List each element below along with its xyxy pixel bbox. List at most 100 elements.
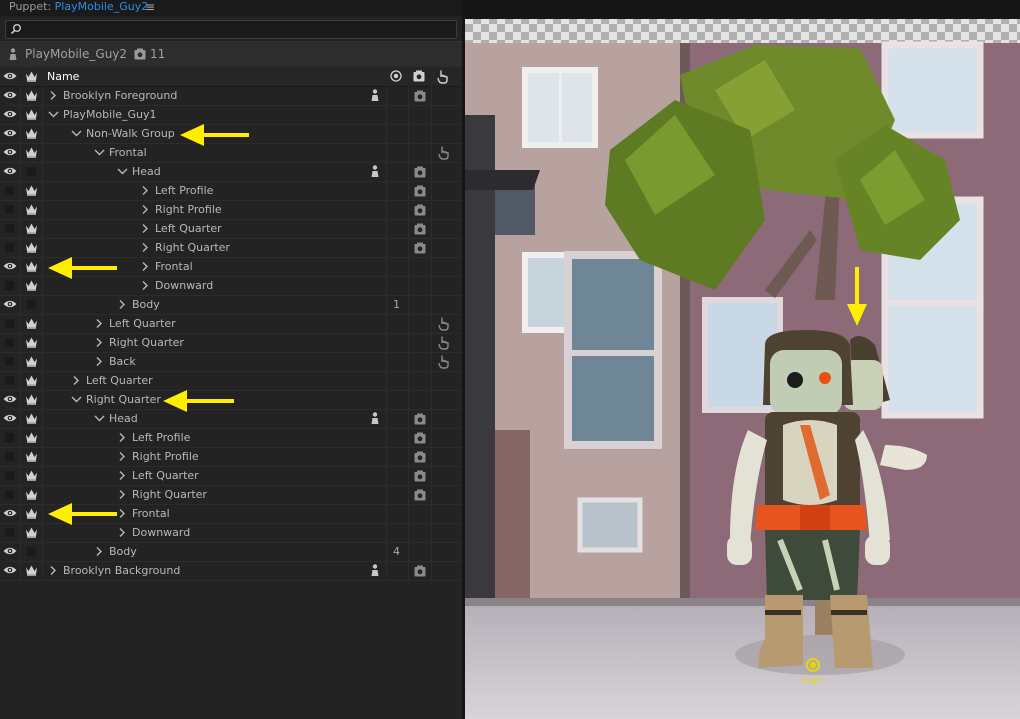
visibility-column-eye-icon[interactable] <box>3 71 17 81</box>
chevron-right-icon[interactable] <box>117 451 127 462</box>
visibility-toggle[interactable] <box>5 433 14 442</box>
independence-crown-icon[interactable] <box>25 450 38 462</box>
chevron-right-icon[interactable] <box>140 185 150 196</box>
independence-crown-icon[interactable] <box>25 336 38 348</box>
visibility-eye-icon[interactable] <box>3 261 17 271</box>
independence-toggle[interactable] <box>27 300 36 309</box>
layer-row[interactable]: Right Profile <box>0 200 462 220</box>
camera-icon[interactable] <box>414 223 426 235</box>
panel-menu-icon[interactable]: ≡ <box>145 0 155 14</box>
layer-row[interactable]: Back <box>0 352 462 372</box>
independence-crown-icon[interactable] <box>25 184 38 196</box>
chevron-right-icon[interactable] <box>94 337 104 348</box>
camera-column-icon[interactable] <box>413 70 425 82</box>
visibility-eye-icon[interactable] <box>3 546 17 556</box>
chevron-right-icon[interactable] <box>71 375 81 386</box>
chevron-right-icon[interactable] <box>117 432 127 443</box>
layer-row[interactable]: Brooklyn Foreground <box>0 86 462 106</box>
independence-crown-icon[interactable] <box>25 374 38 386</box>
hand-icon[interactable] <box>438 335 450 350</box>
visibility-toggle[interactable] <box>5 490 14 499</box>
chevron-right-icon[interactable] <box>94 356 104 367</box>
chevron-right-icon[interactable] <box>48 90 58 101</box>
chevron-down-icon[interactable] <box>94 147 105 158</box>
chevron-right-icon[interactable] <box>140 280 150 291</box>
layer-row[interactable]: Right Profile <box>0 447 462 467</box>
chevron-right-icon[interactable] <box>48 565 58 576</box>
camera-icon[interactable] <box>414 413 426 425</box>
independence-crown-icon[interactable] <box>25 469 38 481</box>
chevron-down-icon[interactable] <box>48 109 59 120</box>
camera-icon[interactable] <box>414 470 426 482</box>
chevron-right-icon[interactable] <box>94 546 104 557</box>
visibility-toggle[interactable] <box>5 281 14 290</box>
independence-crown-icon[interactable] <box>25 431 38 443</box>
chevron-right-icon[interactable] <box>117 299 127 310</box>
visibility-toggle[interactable] <box>5 205 14 214</box>
visibility-eye-icon[interactable] <box>3 147 17 157</box>
camera-icon[interactable] <box>414 489 426 501</box>
camera-icon[interactable] <box>414 565 426 577</box>
chevron-right-icon[interactable] <box>94 318 104 329</box>
chevron-right-icon[interactable] <box>140 242 150 253</box>
camera-icon[interactable] <box>414 166 426 178</box>
independence-crown-icon[interactable] <box>25 241 38 253</box>
independence-crown-icon[interactable] <box>25 108 38 120</box>
independence-crown-icon[interactable] <box>25 260 38 272</box>
hand-icon[interactable] <box>438 145 450 160</box>
independence-crown-icon[interactable] <box>25 89 38 101</box>
visibility-eye-icon[interactable] <box>3 166 17 176</box>
chevron-down-icon[interactable] <box>94 413 105 424</box>
chevron-down-icon[interactable] <box>117 166 128 177</box>
camera-icon[interactable] <box>414 432 426 444</box>
layer-row[interactable]: Head <box>0 162 462 182</box>
chevron-right-icon[interactable] <box>140 204 150 215</box>
independence-crown-icon[interactable] <box>25 393 38 405</box>
independence-crown-icon[interactable] <box>25 146 38 158</box>
camera-icon[interactable] <box>414 204 426 216</box>
independence-crown-icon[interactable] <box>25 127 38 139</box>
visibility-toggle[interactable] <box>5 528 14 537</box>
chevron-right-icon[interactable] <box>140 261 150 272</box>
visibility-eye-icon[interactable] <box>3 299 17 309</box>
search-input[interactable] <box>5 20 457 39</box>
panel-tab[interactable]: Puppet: PlayMobile_Guy2 ≡ <box>0 0 462 16</box>
visibility-eye-icon[interactable] <box>3 413 17 423</box>
camera-icon[interactable] <box>414 451 426 463</box>
camera-icon[interactable] <box>414 185 426 197</box>
layer-row[interactable]: Left Profile <box>0 428 462 448</box>
chevron-right-icon[interactable] <box>117 527 127 538</box>
visibility-toggle[interactable] <box>5 243 14 252</box>
independence-toggle[interactable] <box>27 547 36 556</box>
target-column-icon[interactable] <box>390 70 402 82</box>
visibility-toggle[interactable] <box>5 319 14 328</box>
visibility-eye-icon[interactable] <box>3 508 17 518</box>
layer-row[interactable]: Left Quarter <box>0 219 462 239</box>
visibility-toggle[interactable] <box>5 452 14 461</box>
independence-crown-icon[interactable] <box>25 412 38 424</box>
hand-icon[interactable] <box>438 354 450 369</box>
visibility-eye-icon[interactable] <box>3 109 17 119</box>
chevron-down-icon[interactable] <box>71 394 82 405</box>
independence-crown-icon[interactable] <box>25 279 38 291</box>
chevron-right-icon[interactable] <box>117 508 127 519</box>
independence-crown-icon[interactable] <box>25 526 38 538</box>
visibility-toggle[interactable] <box>5 338 14 347</box>
independence-crown-icon[interactable] <box>25 317 38 329</box>
chevron-right-icon[interactable] <box>117 470 127 481</box>
layer-row[interactable]: Brooklyn Background <box>0 561 462 581</box>
camera-icon[interactable] <box>414 242 426 254</box>
layer-row[interactable]: Left Profile <box>0 181 462 201</box>
layer-row[interactable]: Right Quarter <box>0 333 462 353</box>
independence-crown-icon[interactable] <box>25 507 38 519</box>
visibility-eye-icon[interactable] <box>3 128 17 138</box>
visibility-toggle[interactable] <box>5 186 14 195</box>
independence-crown-icon[interactable] <box>25 222 38 234</box>
independence-crown-icon[interactable] <box>25 203 38 215</box>
independence-crown-icon[interactable] <box>25 355 38 367</box>
independence-crown-icon[interactable] <box>25 564 38 576</box>
visibility-toggle[interactable] <box>5 471 14 480</box>
visibility-eye-icon[interactable] <box>3 394 17 404</box>
independence-column-crown-icon[interactable] <box>25 70 38 82</box>
layer-row[interactable]: Body 1 <box>0 295 462 315</box>
